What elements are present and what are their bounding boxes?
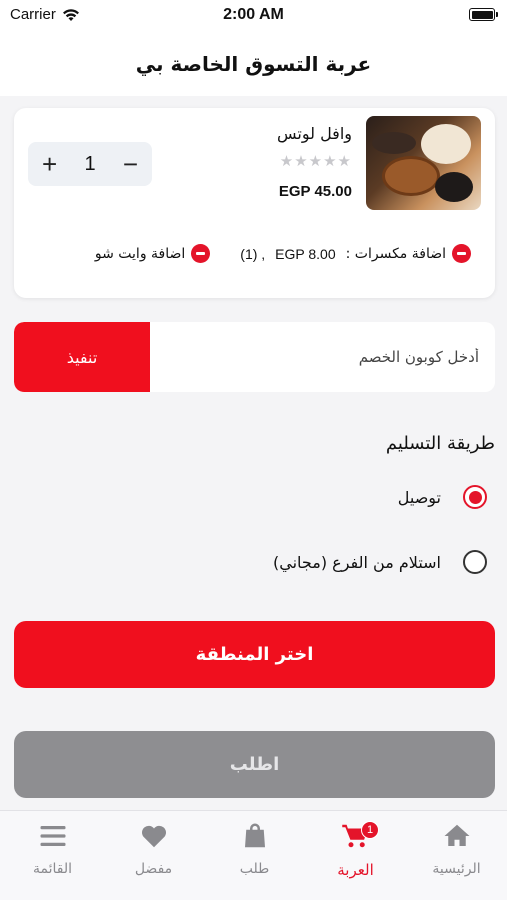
order-button[interactable]: اطلب xyxy=(14,731,495,798)
decrease-quantity-button[interactable]: − xyxy=(123,151,138,177)
tab-label: العربة xyxy=(337,861,374,879)
star-icon: ★ xyxy=(308,152,324,170)
radio-unselected-icon[interactable] xyxy=(463,550,487,574)
tab-label: طلب xyxy=(239,861,270,877)
tab-favorites[interactable]: مفضل xyxy=(103,821,204,891)
clock: 2:00 AM xyxy=(223,6,284,23)
star-icon: ★ xyxy=(323,152,338,170)
remove-addon-icon[interactable] xyxy=(191,244,211,263)
addon-label: اضافة مكسرات : xyxy=(345,245,446,262)
delivery-option-pickup[interactable]: استلام من الفرع (مجاني) xyxy=(273,550,487,574)
tab-home[interactable]: الرئيسية xyxy=(406,821,507,891)
product-price: EGP 45.00 xyxy=(278,183,352,200)
product-name: وافل لوتس xyxy=(276,124,352,143)
bag-icon xyxy=(244,823,265,848)
apply-coupon-button[interactable]: تنفيذ xyxy=(14,322,150,392)
cart-count-badge: 1 xyxy=(361,821,379,839)
tab-cart[interactable]: 1 العربة xyxy=(305,821,406,891)
delivery-method-title: طريقة التسليم xyxy=(385,433,495,454)
star-icon: ★ xyxy=(337,152,352,170)
coupon-box: تنفيذ xyxy=(14,322,495,392)
status-bar: Carrier 2:00 AM xyxy=(0,0,507,32)
radio-selected-icon[interactable] xyxy=(463,485,487,509)
header: عربة التسوق الخاصة بي xyxy=(0,32,507,96)
cart-item-card: وافل لوتس ★★★★★ EGP 45.00 + 1 − اضافة مك… xyxy=(14,108,495,298)
product-image[interactable] xyxy=(366,116,481,210)
home-icon xyxy=(444,824,469,846)
increase-quantity-button[interactable]: + xyxy=(42,151,57,177)
rating-stars: ★★★★★ xyxy=(280,152,352,170)
remove-addon-icon[interactable] xyxy=(452,244,471,263)
delivery-option-label: توصيل xyxy=(397,487,441,507)
quantity-stepper: + 1 − xyxy=(28,142,152,186)
quantity-value: 1 xyxy=(84,152,96,175)
coupon-input[interactable] xyxy=(150,322,495,392)
star-icon: ★ xyxy=(279,152,295,170)
menu-icon xyxy=(40,826,65,846)
addon-price: EGP 8.00 xyxy=(275,245,336,262)
choose-region-button[interactable]: اختر المنطقة xyxy=(14,621,495,688)
heart-icon xyxy=(141,825,166,848)
tab-bar: الرئيسية 1 العربة طلب مفضل القائمة xyxy=(0,810,507,900)
addon-count: (1) , xyxy=(240,245,266,262)
tab-orders[interactable]: طلب xyxy=(204,821,305,891)
tab-menu[interactable]: القائمة xyxy=(2,821,103,891)
tab-label: القائمة xyxy=(33,861,72,877)
tab-label: الرئيسية xyxy=(432,861,481,877)
tab-label: مفضل xyxy=(134,861,173,877)
addons-row: اضافة مكسرات : EGP 8.00 (1) , اضافة وايت… xyxy=(26,244,483,272)
addon-label: اضافة وايت شو xyxy=(94,245,186,262)
star-icon: ★ xyxy=(294,152,309,170)
delivery-option-delivery[interactable]: توصيل xyxy=(398,485,487,509)
battery-icon xyxy=(469,8,498,21)
page-title: عربة التسوق الخاصة بي xyxy=(135,52,372,76)
delivery-option-label: استلام من الفرع (مجاني) xyxy=(273,552,441,572)
